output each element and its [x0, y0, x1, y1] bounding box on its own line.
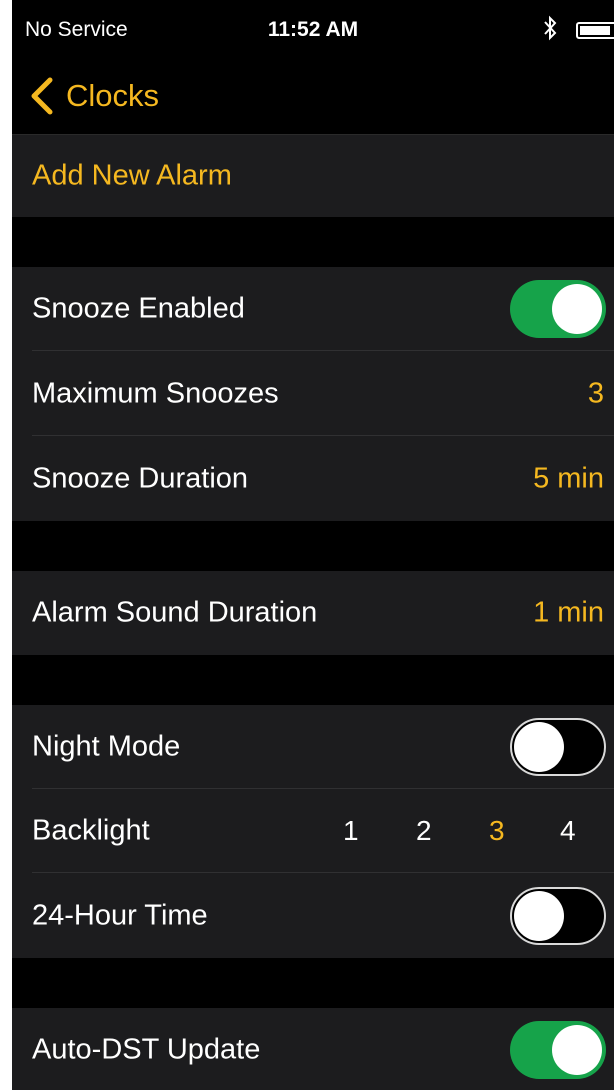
chevron-left-icon: [31, 77, 53, 115]
night-mode-row: Night Mode: [12, 705, 614, 789]
night-mode-toggle[interactable]: [510, 718, 606, 776]
snooze-duration-label: Snooze Duration: [32, 462, 249, 494]
toggle-knob: [514, 722, 564, 772]
battery-icon: [576, 22, 614, 39]
24-hour-time-row: 24-Hour Time: [12, 873, 614, 958]
snooze-enabled-label: Snooze Enabled: [32, 292, 245, 325]
backlight-option-2[interactable]: 2: [416, 815, 432, 847]
backlight-label: Backlight: [32, 814, 150, 847]
back-button-label: Clocks: [66, 78, 160, 113]
status-bar: No Service 11:52 AM: [12, 0, 614, 58]
backlight-row: Backlight 1 2 3 4: [12, 789, 614, 873]
alarm-sound-duration-row[interactable]: Alarm Sound Duration 1 min: [12, 571, 614, 655]
backlight-option-1[interactable]: 1: [343, 815, 359, 847]
auto-dst-update-row: Auto-DST Update: [12, 1008, 614, 1090]
maximum-snoozes-value: 3: [587, 377, 604, 409]
add-new-alarm-label: Add New Alarm: [32, 159, 232, 192]
toggle-knob: [514, 890, 564, 941]
24-hour-time-toggle[interactable]: [510, 886, 606, 945]
backlight-option-3[interactable]: 3: [489, 815, 505, 847]
alarm-sound-duration-value: 1 min: [533, 596, 604, 629]
status-time: 11:52 AM: [267, 18, 359, 41]
snooze-duration-value: 5 min: [533, 462, 604, 494]
backlight-option-4[interactable]: 4: [560, 815, 576, 847]
auto-dst-update-toggle[interactable]: [510, 1021, 606, 1079]
toggle-knob: [552, 1025, 602, 1075]
add-new-alarm-row[interactable]: Add New Alarm: [12, 135, 614, 217]
snooze-enabled-row: Snooze Enabled: [12, 267, 614, 351]
maximum-snoozes-row[interactable]: Maximum Snoozes 3: [12, 351, 614, 436]
settings-screen: No Service 11:52 AM Clocks Add New Alarm…: [12, 0, 614, 1090]
snooze-duration-row[interactable]: Snooze Duration 5 min: [12, 436, 614, 521]
toggle-knob: [552, 284, 602, 334]
alarm-sound-duration-label: Alarm Sound Duration: [32, 596, 318, 629]
bluetooth-icon: [544, 15, 557, 41]
maximum-snoozes-label: Maximum Snoozes: [32, 377, 279, 409]
night-mode-label: Night Mode: [32, 730, 181, 763]
24-hour-time-label: 24-Hour Time: [32, 899, 208, 931]
navigation-bar: Clocks: [12, 58, 614, 135]
back-button[interactable]: Clocks: [28, 72, 159, 120]
auto-dst-update-label: Auto-DST Update: [32, 1033, 261, 1066]
snooze-enabled-toggle[interactable]: [510, 280, 606, 338]
